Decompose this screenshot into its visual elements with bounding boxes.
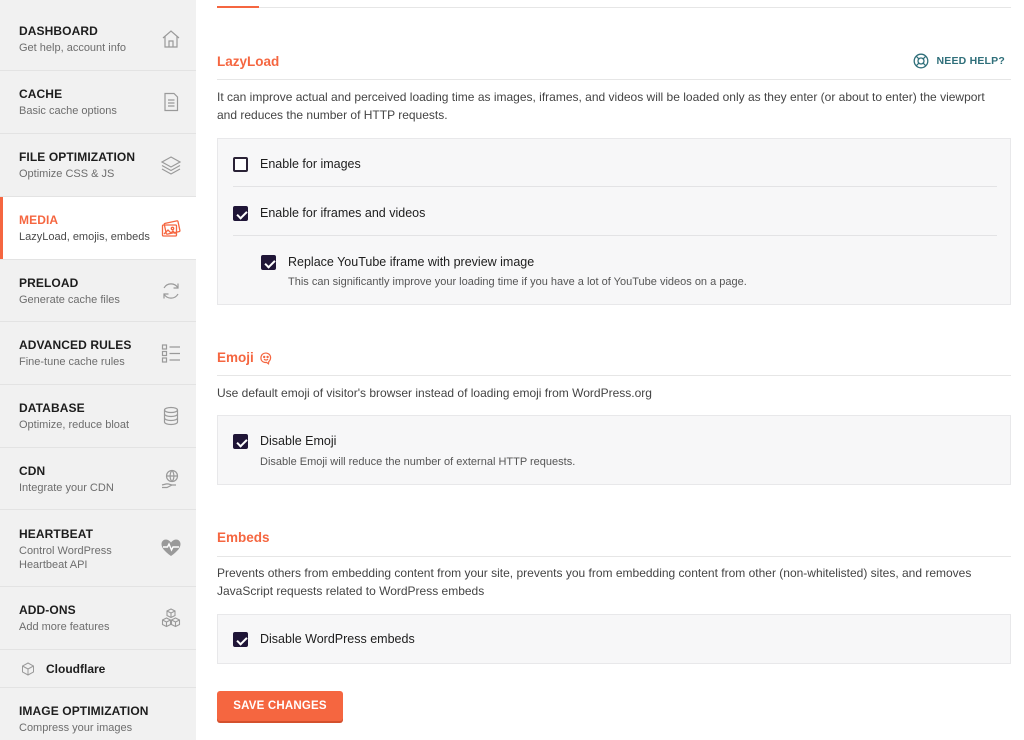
embeds-section-title: Embeds (217, 530, 270, 545)
sidebar-item-title: FILE OPTIMIZATION (19, 150, 136, 164)
sidebar-item-title: CDN (19, 464, 46, 478)
sidebar-item-title: DASHBOARD (19, 24, 98, 38)
heartbeat-icon (160, 537, 182, 559)
sidebar-item-title: ADD-ONS (19, 603, 76, 617)
emoji-title-text: Emoji (217, 350, 254, 365)
sidebar-item-subtitle: Optimize CSS & JS (19, 168, 115, 180)
sidebar-item-title: PRELOAD (19, 276, 79, 290)
list-icon (160, 342, 182, 364)
sidebar-item-title: ADVANCED RULES (19, 338, 132, 352)
sidebar-item-preload[interactable]: PRELOAD Generate cache files (0, 260, 196, 322)
sidebar-item-media[interactable]: MEDIA LazyLoad, emojis, embeds (0, 197, 196, 260)
sidebar-item-subtitle: LazyLoad, emojis, embeds (19, 231, 150, 243)
youtube-preview-help: This can significantly improve your load… (288, 276, 747, 288)
emoji-description: Use default emoji of visitor's browser i… (217, 386, 652, 400)
sidebar-item-cdn[interactable]: CDN Integrate your CDN (0, 448, 196, 510)
save-changes-button[interactable]: SAVE CHANGES (217, 691, 343, 721)
sidebar-item-subtitle: Compress your images (19, 722, 133, 734)
sidebar-item-add-ons[interactable]: ADD-ONS Add more features (0, 587, 196, 650)
sidebar-item-subtitle: Fine-tune cache rules (19, 356, 125, 368)
emoji-icon (259, 351, 273, 365)
sidebar-item-advanced-rules[interactable]: ADVANCED RULES Fine-tune cache rules (0, 322, 196, 385)
sidebar-item-cloudflare[interactable]: Cloudflare (0, 650, 196, 688)
youtube-preview-label[interactable]: Replace YouTube iframe with preview imag… (288, 255, 534, 269)
sidebar-item-label: Cloudflare (46, 662, 106, 676)
sidebar-item-file-optimization[interactable]: FILE OPTIMIZATION Optimize CSS & JS (0, 134, 196, 197)
sidebar-item-title: DATABASE (19, 401, 85, 415)
sidebar-item-title: HEARTBEAT (19, 527, 94, 541)
enable-images-label[interactable]: Enable for images (260, 157, 361, 171)
layers-icon (160, 154, 182, 176)
disable-emoji-help: Disable Emoji will reduce the number of … (260, 456, 576, 468)
sidebar-item-subtitle: Integrate your CDN (19, 482, 114, 494)
active-tab-indicator (217, 6, 259, 8)
home-icon (160, 28, 182, 50)
emoji-options-panel: Disable Emoji Disable Emoji will reduce … (217, 415, 1011, 485)
sidebar-item-title: MEDIA (19, 213, 59, 227)
globe-hand-icon (160, 468, 182, 490)
enable-iframes-checkbox[interactable] (233, 206, 248, 221)
embeds-divider (217, 556, 1011, 557)
refresh-icon (160, 280, 182, 302)
option-divider (233, 186, 997, 187)
database-icon (160, 405, 182, 427)
sidebar-item-heartbeat[interactable]: HEARTBEAT Control WordPress Heartbeat AP… (0, 510, 196, 587)
lazyload-section-title: LazyLoad (217, 54, 280, 69)
sidebar-item-cache[interactable]: CACHE Basic cache options (0, 71, 196, 134)
sidebar-item-subtitle: Generate cache files (19, 294, 120, 306)
embeds-description: Prevents others from embedding content f… (217, 566, 972, 598)
lazyload-divider (217, 79, 1011, 80)
disable-embeds-label[interactable]: Disable WordPress embeds (260, 632, 415, 646)
sidebar-item-title: IMAGE OPTIMIZATION (19, 704, 149, 718)
sidebar-item-subtitle: Basic cache options (19, 105, 117, 117)
document-icon (160, 91, 182, 113)
sidebar-item-subtitle: Control WordPress Heartbeat API (19, 545, 112, 571)
lazyload-description: It can improve actual and perceived load… (217, 90, 985, 122)
emoji-section-title: Emoji (217, 350, 273, 365)
images-icon (160, 217, 182, 239)
disable-emoji-checkbox[interactable] (233, 434, 248, 449)
sidebar: DASHBOARD Get help, account info CACHE B… (0, 0, 196, 740)
option-divider (233, 235, 997, 236)
cube-icon (21, 662, 35, 676)
main-content: LazyLoad NEED HELP? It can improve actua… (217, 0, 1011, 740)
embeds-options-panel: Disable WordPress embeds (217, 614, 1011, 664)
emoji-divider (217, 375, 1011, 376)
need-help-label: NEED HELP? (936, 55, 1005, 67)
disable-embeds-checkbox[interactable] (233, 632, 248, 647)
sidebar-item-dashboard[interactable]: DASHBOARD Get help, account info (0, 0, 196, 71)
lifebuoy-icon (913, 53, 929, 69)
sidebar-item-subtitle: Add more features (19, 621, 110, 633)
youtube-preview-checkbox[interactable] (261, 255, 276, 270)
sidebar-item-database[interactable]: DATABASE Optimize, reduce bloat (0, 385, 196, 448)
disable-emoji-label[interactable]: Disable Emoji (260, 434, 336, 448)
top-divider (217, 7, 1011, 8)
cubes-icon (160, 607, 182, 629)
sidebar-item-subtitle: Get help, account info (19, 42, 127, 54)
sidebar-item-subtitle: Optimize, reduce bloat (19, 419, 130, 431)
enable-images-checkbox[interactable] (233, 157, 248, 172)
lazyload-options-panel: Enable for images Enable for iframes and… (217, 138, 1011, 305)
sidebar-item-image-optimization[interactable]: IMAGE OPTIMIZATION Compress your images (0, 688, 196, 740)
need-help-link[interactable]: NEED HELP? (913, 52, 1005, 70)
enable-iframes-label[interactable]: Enable for iframes and videos (260, 206, 425, 220)
sidebar-item-title: CACHE (19, 87, 63, 101)
